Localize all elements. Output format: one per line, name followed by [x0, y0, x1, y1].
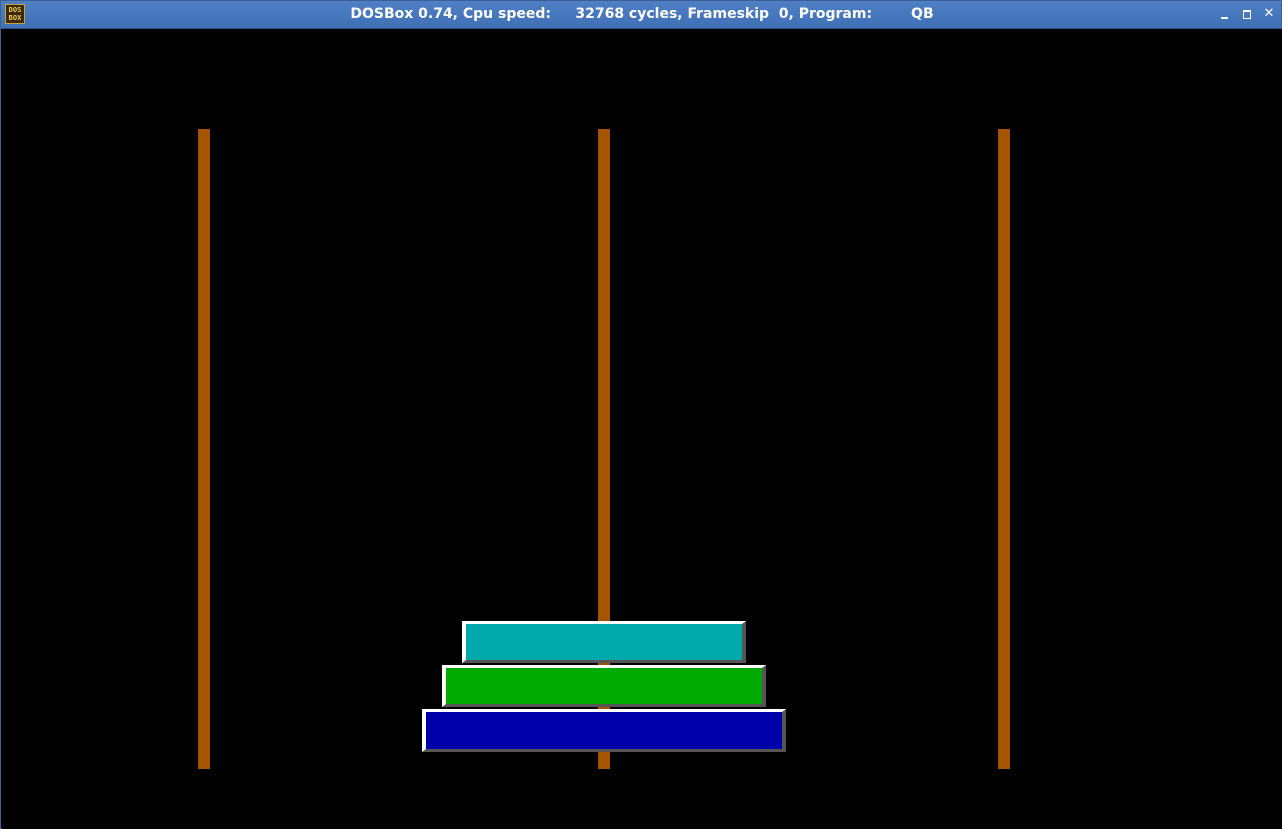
minimize-icon: [1221, 17, 1228, 19]
peg-left[interactable]: [198, 129, 210, 769]
window-title: DOSBox 0.74, Cpu speed: 32768 cycles, Fr…: [350, 6, 934, 22]
disk-large[interactable]: [422, 709, 786, 752]
close-icon: ✕: [1263, 6, 1275, 21]
close-button[interactable]: ✕: [1260, 5, 1278, 23]
maximize-icon: [1243, 10, 1251, 19]
title-bar[interactable]: DOS BOX DOSBox 0.74, Cpu speed: 32768 cy…: [1, 1, 1281, 29]
disk-medium[interactable]: [442, 665, 766, 707]
disk-small[interactable]: [462, 621, 746, 663]
minimize-button[interactable]: [1216, 5, 1234, 23]
maximize-button[interactable]: [1238, 5, 1256, 23]
dos-screen[interactable]: [2, 29, 1282, 829]
dosbox-window: DOS BOX DOSBox 0.74, Cpu speed: 32768 cy…: [0, 0, 1282, 829]
peg-right[interactable]: [998, 129, 1010, 769]
